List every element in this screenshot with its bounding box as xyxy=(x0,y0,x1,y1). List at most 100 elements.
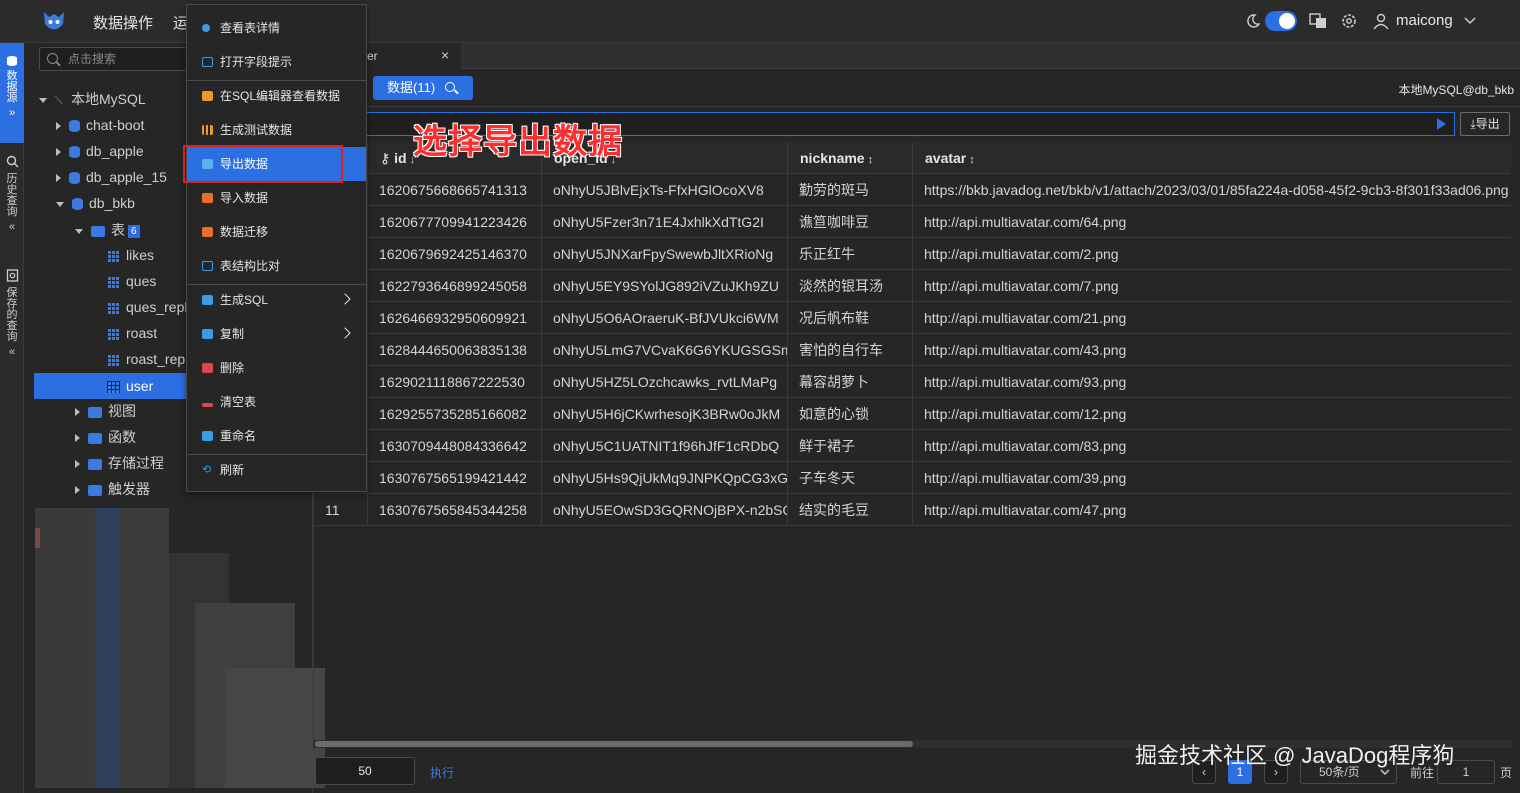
gear-icon[interactable] xyxy=(1340,12,1358,30)
tree-db-chat-boot[interactable]: chat-boot xyxy=(56,112,144,138)
exec-link[interactable]: 执行 xyxy=(430,764,454,781)
cell-open-id[interactable]: oNhyU5JNXarFpySwewbJltXRioNg xyxy=(542,238,788,270)
tree-db-apple-15[interactable]: db_apple_15 xyxy=(56,164,167,190)
cell-nickname[interactable]: 子车冬天 xyxy=(788,462,913,494)
scroll-thumb[interactable] xyxy=(315,741,913,747)
menu-view-in-sql-editor[interactable]: 在SQL编辑器查看数据 xyxy=(187,79,366,113)
cell-avatar[interactable]: http://api.multiavatar.com/43.png xyxy=(913,334,1511,366)
table-row[interactable]: 1620677709941223426 oNhyU5Fzer3n71E4Jxhlk… xyxy=(314,206,1511,238)
tree-db-bkb[interactable]: db_bkb xyxy=(56,190,135,216)
table-row[interactable]: 1626466932950609921 oNhyU5O6AOraeruK-BfJV… xyxy=(314,302,1511,334)
menu-refresh[interactable]: ⟲ 刷新 xyxy=(187,453,366,487)
close-icon[interactable]: × xyxy=(441,47,449,63)
cell-nickname[interactable]: 结实的毛豆 xyxy=(788,494,913,526)
menu-data-migration[interactable]: 数据迁移 xyxy=(187,215,366,249)
header-avatar[interactable]: avatar ↕ xyxy=(913,142,1511,174)
tree-triggers-folder[interactable]: 触发器 xyxy=(75,476,150,502)
menu-import-data[interactable]: 导入数据 xyxy=(187,181,366,215)
tree-db-apple[interactable]: db_apple xyxy=(56,138,144,164)
cell-id[interactable]: 1620675668665741313 xyxy=(368,174,542,206)
tree-functions-folder[interactable]: 函数 xyxy=(75,424,136,450)
cell-nickname[interactable]: 如意的心锁 xyxy=(788,398,913,430)
menu-generate-test-data[interactable]: 生成测试数据 xyxy=(187,113,366,147)
cell-nickname[interactable]: 乐正红牛 xyxy=(788,238,913,270)
cell-id[interactable]: 1628444650063835138 xyxy=(368,334,542,366)
cell-id[interactable]: 1630767565845344258 xyxy=(368,494,542,526)
menu-data-ops[interactable]: 数据操作 xyxy=(93,12,153,33)
tree-views-folder[interactable]: 视图 xyxy=(75,398,136,424)
cell-open-id[interactable]: oNhyU5LmG7VCvaK6G6YKUGSGSmTc xyxy=(542,334,788,366)
translate-icon[interactable] xyxy=(1309,12,1327,30)
menu-compare-structure[interactable]: 表结构比对 xyxy=(187,249,366,283)
cell-id[interactable]: 1620679692425146370 xyxy=(368,238,542,270)
menu-generate-sql[interactable]: 生成SQL xyxy=(187,283,366,317)
table-row[interactable]: 1630767565199421442 oNhyU5Hs9QjUkMq9JNPKQ… xyxy=(314,462,1511,494)
chevron-down-icon[interactable] xyxy=(1464,17,1476,25)
table-row[interactable]: 1629255735285166082 oNhyU5H6jCKwrhesojK3B… xyxy=(314,398,1511,430)
table-row[interactable]: 1622793646899245058 oNhyU5EY9SYolJG892iVZ… xyxy=(314,270,1511,302)
menu-view-table-details[interactable]: 查看表详情 xyxy=(187,11,366,45)
cell-open-id[interactable]: oNhyU5Hs9QjUkMq9JNPKQpCG3xGl xyxy=(542,462,788,494)
cell-avatar[interactable]: http://api.multiavatar.com/83.png xyxy=(913,430,1511,462)
cell-avatar[interactable]: http://api.multiavatar.com/39.png xyxy=(913,462,1511,494)
cell-nickname[interactable]: 勤劳的斑马 xyxy=(788,174,913,206)
tree-procedures-folder[interactable]: 存储过程 xyxy=(75,450,164,476)
cell-open-id[interactable]: oNhyU5O6AOraeruK-BfJVUkci6WM xyxy=(542,302,788,334)
cell-id[interactable]: 1630709448084336642 xyxy=(368,430,542,462)
app-logo-icon[interactable] xyxy=(40,8,68,36)
tree-tables-folder[interactable]: 表6 xyxy=(75,217,140,243)
cell-open-id[interactable]: oNhyU5HZ5LOzchcawks_rvtLMaPg xyxy=(542,366,788,398)
cell-n[interactable]: 11 xyxy=(314,494,368,526)
theme-toggle[interactable] xyxy=(1265,11,1297,31)
tab-history[interactable]: 历史查询 « xyxy=(0,151,24,261)
cell-open-id[interactable]: oNhyU5EY9SYolJG892iVZuJKh9ZU xyxy=(542,270,788,302)
tab-saved-queries[interactable]: 保存的查询 « xyxy=(0,265,24,395)
tree-table-user[interactable]: user xyxy=(34,373,186,399)
cell-avatar[interactable]: http://api.multiavatar.com/47.png xyxy=(913,494,1511,526)
tree-table-likes[interactable]: likes xyxy=(107,242,154,268)
cell-avatar[interactable]: http://api.multiavatar.com/2.png xyxy=(913,238,1511,270)
cell-nickname[interactable]: 害怕的自行车 xyxy=(788,334,913,366)
table-row[interactable]: 1628444650063835138 oNhyU5LmG7VCvaK6G6YKU… xyxy=(314,334,1511,366)
cell-id[interactable]: 1620677709941223426 xyxy=(368,206,542,238)
cell-nickname[interactable]: 鲜于裙子 xyxy=(788,430,913,462)
user-icon[interactable] xyxy=(1372,12,1390,30)
cell-nickname[interactable]: 幕容胡萝卜 xyxy=(788,366,913,398)
cell-avatar[interactable]: http://api.multiavatar.com/21.png xyxy=(913,302,1511,334)
tree-table-ques-repl[interactable]: ques_repl xyxy=(107,294,188,320)
cell-open-id[interactable]: oNhyU5C1UATNIT1f96hJfF1cRDbQ xyxy=(542,430,788,462)
menu-copy[interactable]: 复制 xyxy=(187,317,366,351)
cell-id[interactable]: 1622793646899245058 xyxy=(368,270,542,302)
cell-nickname[interactable]: 谯笪咖啡豆 xyxy=(788,206,913,238)
table-row[interactable]: 1629021118867222530 oNhyU5HZ5LOzchcawks_r… xyxy=(314,366,1511,398)
tree-table-roast[interactable]: roast xyxy=(107,320,157,346)
cell-avatar[interactable]: http://api.multiavatar.com/93.png xyxy=(913,366,1511,398)
sort-icon[interactable]: ↕ xyxy=(969,154,975,166)
cell-open-id[interactable]: oNhyU5JBlvEjxTs-FfxHGlOcoXV8 xyxy=(542,174,788,206)
cell-avatar[interactable]: https://bkb.javadog.net/bkb/v1/attach/20… xyxy=(913,174,1511,206)
cell-open-id[interactable]: oNhyU5EOwSD3GQRNOjBPX-n2bSQ8 xyxy=(542,494,788,526)
export-button[interactable]: ⤓导出 xyxy=(1460,112,1510,136)
table-row[interactable]: 1630709448084336642 oNhyU5C1UATNIT1f96hJf… xyxy=(314,430,1511,462)
tree-connection[interactable]: ⟍ 本地MySQL xyxy=(39,86,146,112)
table-row[interactable]: 11 1630767565845344258 oNhyU5EOwSD3GQRNOjB… xyxy=(314,494,1511,526)
menu-open-field-hints[interactable]: 打开字段提示 xyxy=(187,45,366,79)
sort-icon[interactable]: ↕ xyxy=(868,154,874,166)
user-name[interactable]: maicong xyxy=(1396,12,1453,29)
cell-open-id[interactable]: oNhyU5H6jCKwrhesojK3BRw0oJkM xyxy=(542,398,788,430)
cell-avatar[interactable]: http://api.multiavatar.com/12.png xyxy=(913,398,1511,430)
tree-search-input[interactable]: 点击搜索 xyxy=(39,47,187,71)
menu-rename[interactable]: 重命名 xyxy=(187,419,366,453)
tab-datasource[interactable]: 数据源 » xyxy=(0,43,24,143)
menu-delete[interactable]: 删除 xyxy=(187,351,366,385)
table-row[interactable]: 1620679692425146370 oNhyU5JNXarFpySwewbJl… xyxy=(314,238,1511,270)
cell-open-id[interactable]: oNhyU5Fzer3n71E4JxhlkXdTtG2I xyxy=(542,206,788,238)
cell-id[interactable]: 1626466932950609921 xyxy=(368,302,542,334)
cell-nickname[interactable]: 况后帆布鞋 xyxy=(788,302,913,334)
cell-avatar[interactable]: http://api.multiavatar.com/64.png xyxy=(913,206,1511,238)
cell-id[interactable]: 1630767565199421442 xyxy=(368,462,542,494)
table-row[interactable]: 1620675668665741313 oNhyU5JBlvEjxTs-FfxHG… xyxy=(314,174,1511,206)
cell-id[interactable]: 1629255735285166082 xyxy=(368,398,542,430)
header-nickname[interactable]: nickname ↕ xyxy=(788,142,913,174)
data-button[interactable]: 数据(11) xyxy=(373,76,473,100)
